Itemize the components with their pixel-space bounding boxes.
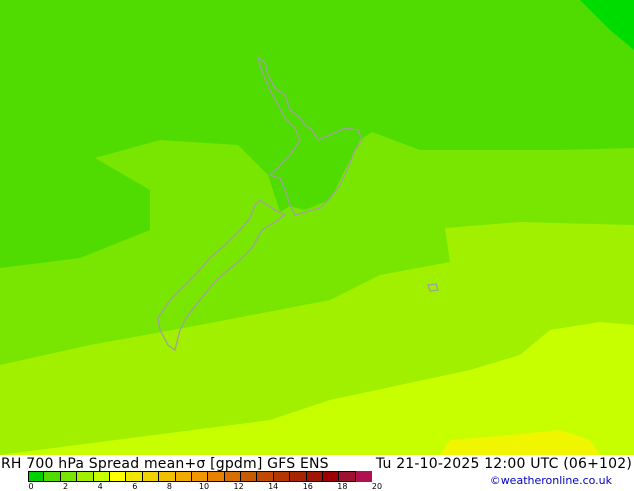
legend-box (273, 471, 291, 482)
legend-box (44, 471, 61, 482)
legend-box (77, 471, 94, 482)
legend-box (142, 471, 160, 482)
legend-box (175, 471, 192, 482)
legend-box (224, 471, 242, 482)
legend-box (28, 471, 45, 482)
color-legend (28, 471, 373, 482)
legend-box (323, 471, 340, 482)
legend-box (257, 471, 274, 482)
legend-box (126, 471, 143, 482)
legend-box (339, 471, 356, 482)
legend-box (290, 471, 307, 482)
legend-box (93, 471, 110, 482)
legend-box (306, 471, 324, 482)
legend-box (60, 471, 78, 482)
legend-box (208, 471, 225, 482)
weather-map (0, 0, 634, 455)
legend-box (159, 471, 176, 482)
map-title: RH 700 hPa Spread mean+σ [gpdm] GFS ENS (1, 456, 329, 472)
legend-box (355, 471, 373, 482)
legend-box (191, 471, 209, 482)
legend-box (241, 471, 258, 482)
valid-time: Tu 21-10-2025 12:00 UTC (06+102) (375, 456, 632, 472)
legend-box (109, 471, 127, 482)
credit-link[interactable]: ©weatheronline.co.uk (490, 474, 612, 487)
